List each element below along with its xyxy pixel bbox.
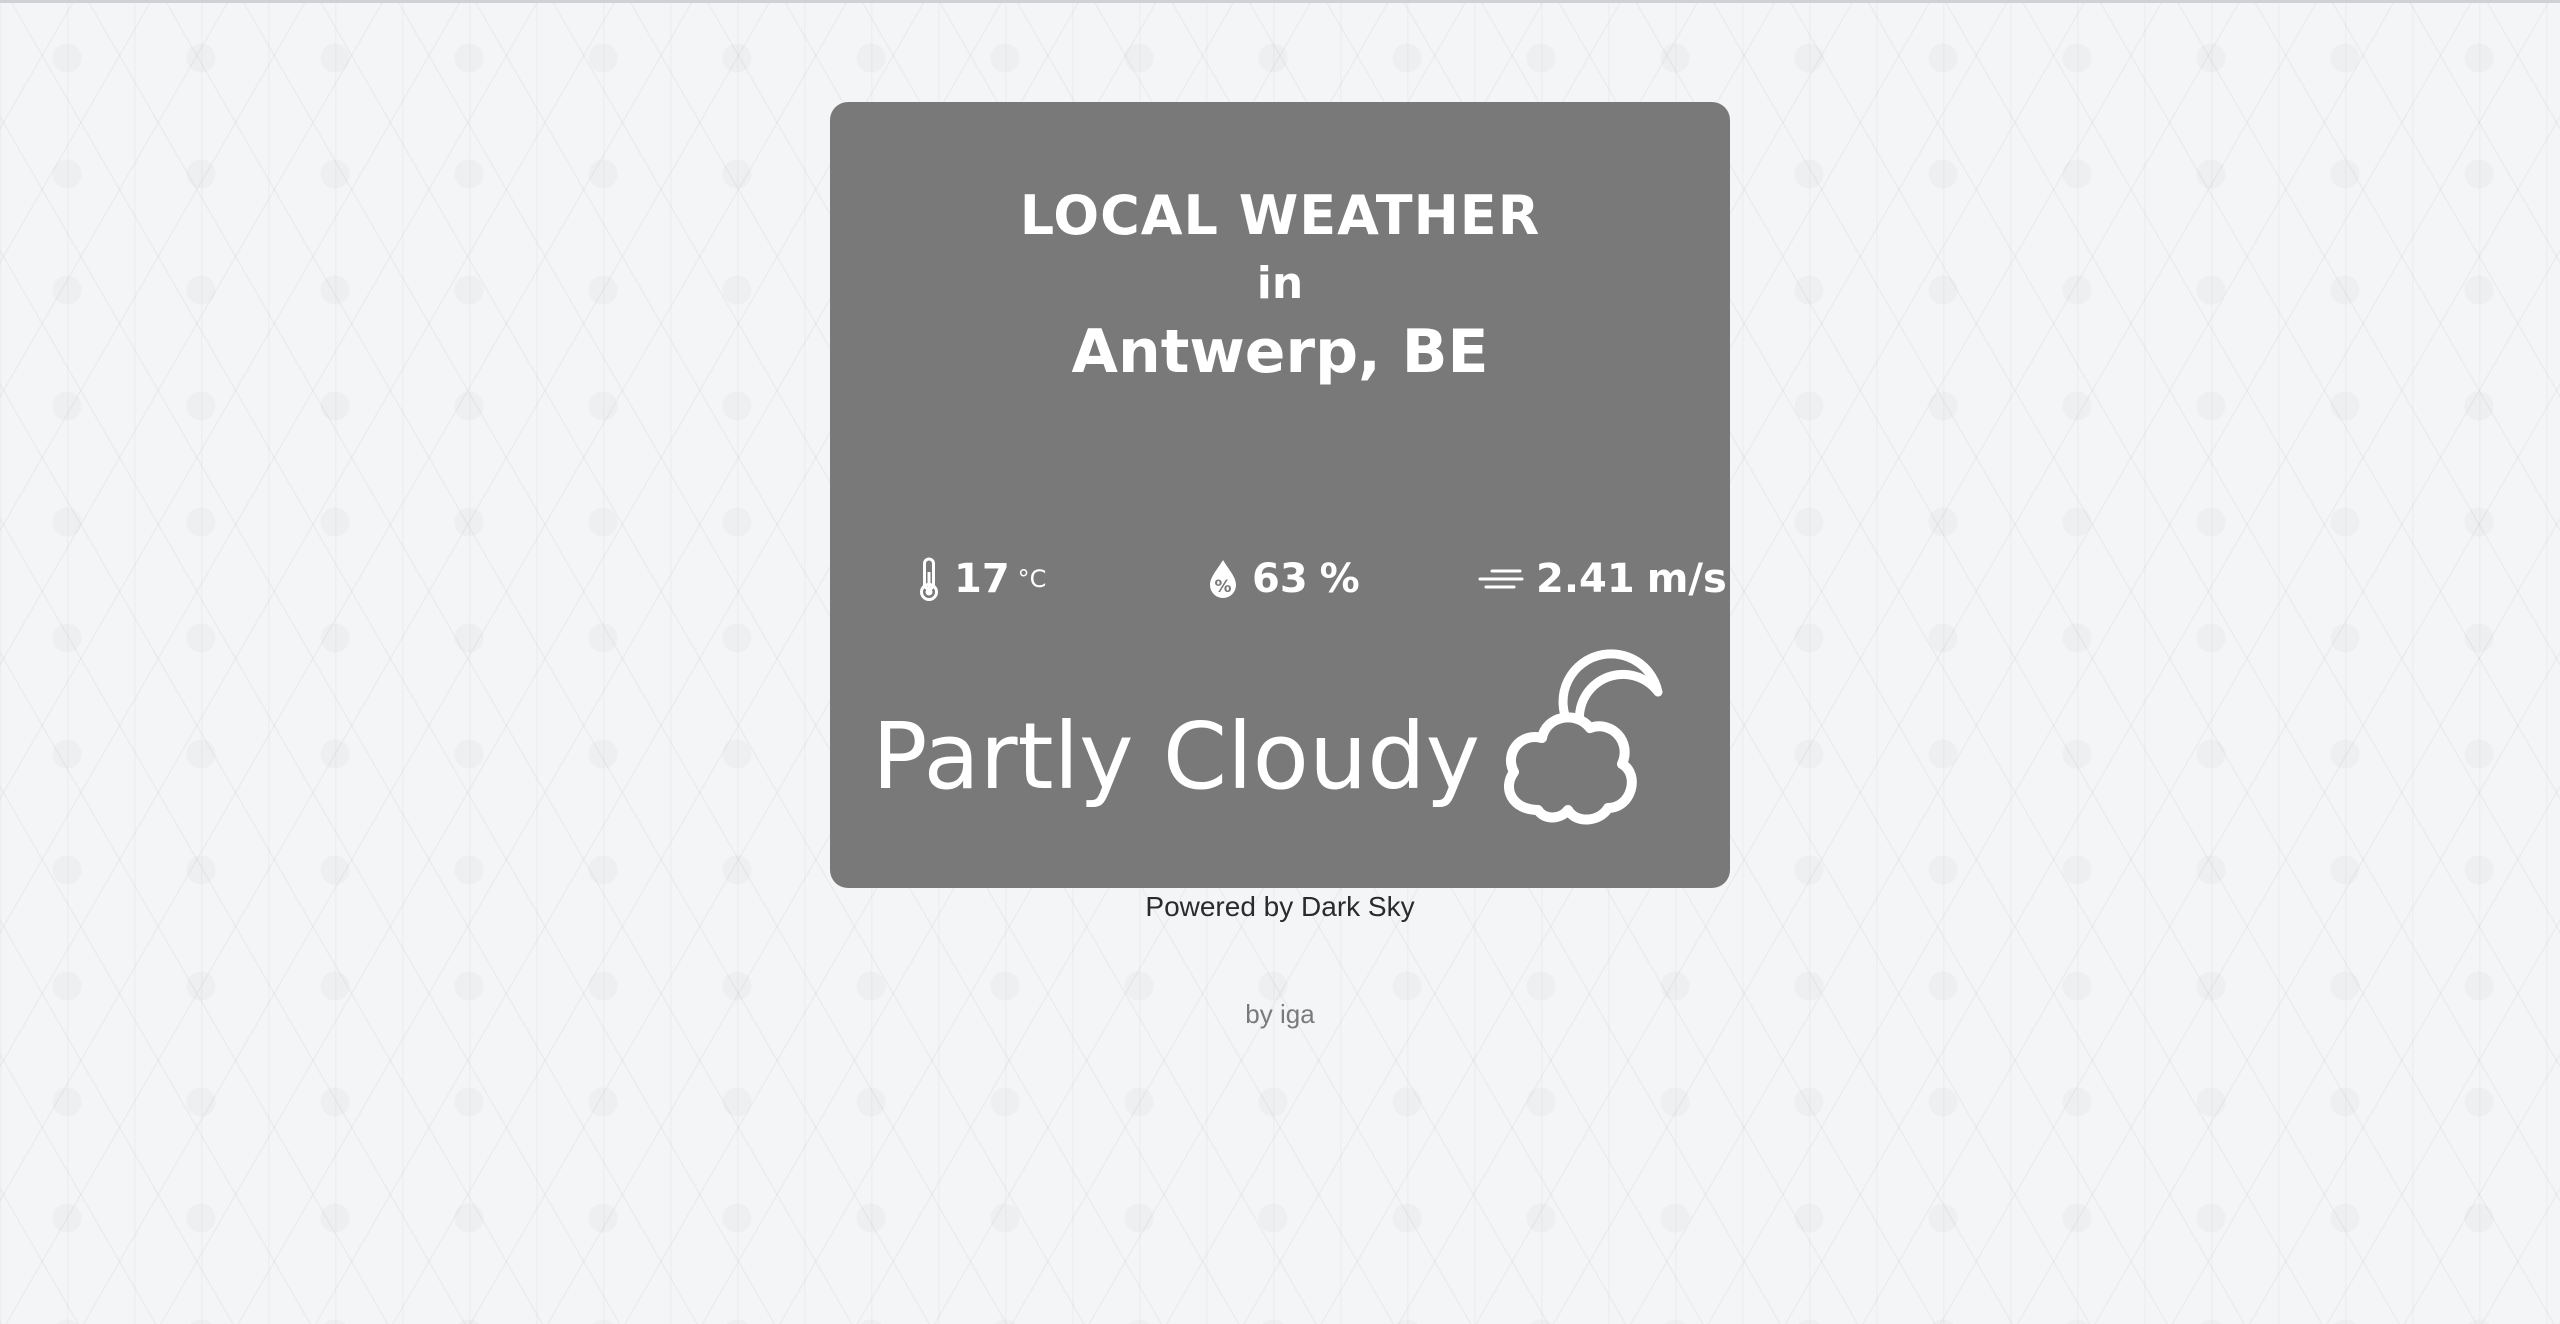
temperature-stat: 17 °C <box>916 554 1046 604</box>
wind-value: 2.41 <box>1536 556 1635 602</box>
top-border <box>0 0 2560 3</box>
weather-card: LOCAL WEATHER in Antwerp, BE 17 °C % 63 … <box>830 102 1730 888</box>
wind-icon <box>1476 564 1524 594</box>
partly-cloudy-icon <box>1480 632 1680 852</box>
humidity-unit: % <box>1319 556 1360 602</box>
powered-by-credit: Powered by Dark Sky <box>1145 891 1415 922</box>
temperature-unit: °C <box>1017 565 1047 593</box>
humidity-value: 63 <box>1252 556 1308 602</box>
author-credit: by iga <box>1245 999 1315 1029</box>
thermometer-icon <box>916 556 942 602</box>
wind-unit: m/s <box>1646 556 1727 602</box>
location-label: Antwerp, BE <box>1071 317 1489 387</box>
temperature-value: 17 <box>954 556 1010 602</box>
humidity-drop-icon: % <box>1206 557 1240 601</box>
humidity-stat: % 63 % <box>1206 554 1360 604</box>
wind-stat: 2.41 m/s <box>1476 554 1727 604</box>
svg-text:%: % <box>1214 577 1231 597</box>
weather-title: LOCAL WEATHER in Antwerp, BE <box>830 180 1730 388</box>
weather-summary: Partly Cloudy <box>872 703 1481 810</box>
title-heading: LOCAL WEATHER <box>1019 184 1541 247</box>
title-in: in <box>1256 258 1304 309</box>
